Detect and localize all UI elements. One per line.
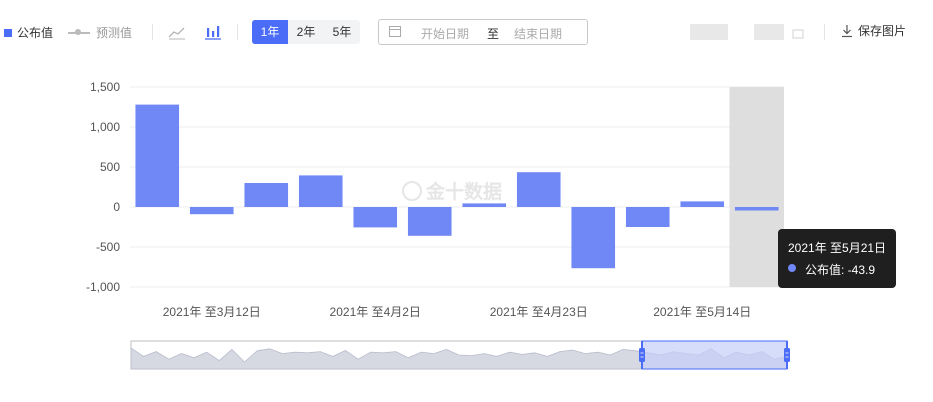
x-tick-label: 2021年 至3月12日 bbox=[163, 305, 261, 319]
legend-published[interactable]: 公布值 bbox=[4, 24, 53, 41]
line-chart-icon[interactable] bbox=[167, 22, 187, 42]
fullscreen-icon[interactable] bbox=[792, 26, 806, 39]
navigator-handle[interactable] bbox=[784, 348, 790, 362]
bar[interactable] bbox=[516, 172, 561, 207]
toolbar-divider bbox=[824, 24, 825, 40]
save-image-label: 保存图片 bbox=[858, 24, 907, 38]
y-tick-label: 0 bbox=[113, 200, 120, 214]
bar[interactable] bbox=[353, 207, 398, 228]
range-1y-button[interactable]: 1年 bbox=[252, 20, 288, 44]
save-image-button[interactable]: 保存图片 bbox=[840, 22, 906, 39]
chart-toolbar: 公布值 预测值 1年 2年 5年 开始日期 至 结束日期 保存图片 bbox=[0, 0, 933, 64]
bar[interactable] bbox=[407, 207, 452, 236]
hover-highlight-band bbox=[729, 87, 784, 287]
navigator-handle[interactable] bbox=[639, 348, 645, 362]
start-date-input[interactable]: 开始日期 bbox=[421, 25, 469, 42]
share-icon[interactable] bbox=[754, 24, 784, 40]
bar[interactable] bbox=[298, 175, 343, 207]
bar[interactable] bbox=[189, 207, 234, 215]
watermark: 金十数据 bbox=[402, 180, 502, 203]
bar[interactable] bbox=[571, 207, 616, 269]
x-tick-label: 2021年 至4月23日 bbox=[490, 305, 588, 319]
legend-forecast[interactable]: 预测值 bbox=[68, 24, 132, 41]
x-tick-label: 2021年 至5月14日 bbox=[653, 305, 751, 319]
range-selector: 1年 2年 5年 bbox=[252, 20, 360, 44]
bar[interactable] bbox=[680, 201, 725, 207]
date-separator: 至 bbox=[487, 27, 500, 41]
calendar-icon bbox=[389, 26, 401, 37]
y-tick-label: 1,000 bbox=[90, 120, 120, 134]
date-range-picker[interactable]: 开始日期 至 结束日期 bbox=[378, 19, 588, 45]
watermark-text: 金十数据 bbox=[425, 180, 502, 203]
end-date-input[interactable]: 结束日期 bbox=[514, 25, 562, 42]
toolbar-divider bbox=[237, 24, 238, 40]
range-5y-button[interactable]: 5年 bbox=[324, 20, 360, 44]
legend-published-marker bbox=[4, 28, 12, 37]
bar-chart: 金十数据 1,500 1,000 500 0 -500 -1,000 2021年 至3月1… bbox=[86, 80, 790, 370]
tooltip-value: 公布值: -43.9 bbox=[805, 263, 876, 277]
y-tick-label: -1,000 bbox=[86, 280, 120, 294]
x-tick-label: 2021年 至4月2日 bbox=[330, 305, 421, 319]
legend-published-label: 公布值 bbox=[17, 26, 54, 40]
legend-forecast-marker bbox=[68, 28, 90, 35]
share-icon[interactable] bbox=[690, 24, 728, 40]
y-tick-label: 500 bbox=[100, 160, 120, 174]
bar[interactable] bbox=[135, 104, 180, 207]
range-navigator[interactable] bbox=[130, 340, 790, 370]
bar[interactable] bbox=[462, 203, 507, 207]
y-tick-label: -500 bbox=[96, 240, 120, 254]
toolbar-divider bbox=[152, 24, 153, 40]
bar[interactable] bbox=[625, 207, 670, 227]
bar-chart-icon[interactable] bbox=[203, 22, 223, 42]
download-icon bbox=[842, 24, 852, 37]
tooltip: 2021年 至5月21日 公布值: -43.9 bbox=[778, 229, 896, 288]
tooltip-marker bbox=[788, 264, 796, 272]
tooltip-title: 2021年 至5月21日 bbox=[788, 241, 887, 255]
legend-forecast-label: 预测值 bbox=[96, 26, 133, 40]
bar[interactable] bbox=[244, 183, 289, 207]
y-tick-label: 1,500 bbox=[90, 80, 120, 94]
bar[interactable] bbox=[734, 207, 779, 211]
range-2y-button[interactable]: 2年 bbox=[288, 20, 324, 44]
navigator-selection[interactable] bbox=[641, 340, 788, 370]
